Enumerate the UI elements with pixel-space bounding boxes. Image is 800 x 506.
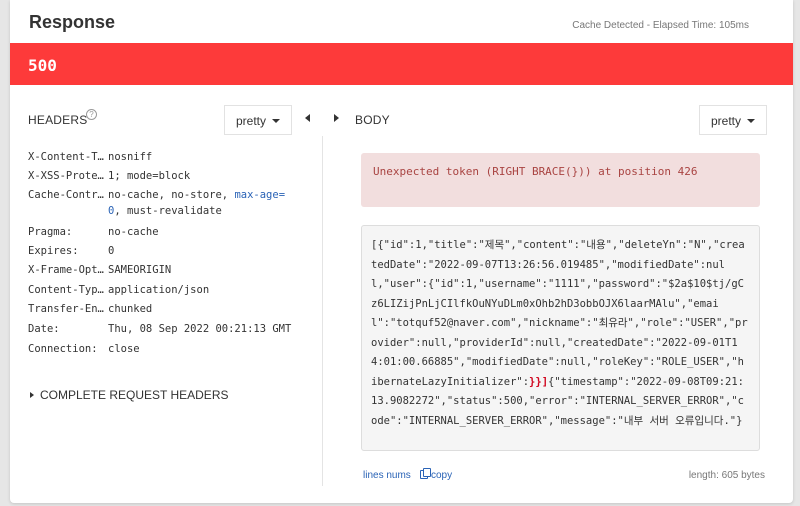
header-name: X-Frame-Opt… [28,264,104,276]
cache-info: Cache Detected - Elapsed Time: 105ms [572,20,749,31]
header-name: Content-Typ… [28,284,104,296]
header-value: 1; mode=block [108,170,191,182]
expand-right-icon[interactable] [334,114,339,122]
status-code: 500 [28,56,57,75]
body-label: BODY [355,113,390,127]
header-value: SAMEORIGIN [108,264,172,276]
header-name: Date: [28,323,60,335]
copy-label: copy [431,470,453,481]
header-name: X-Content-T… [28,151,104,163]
header-name: Connection: [28,343,98,355]
parse-error-alert: Unexpected token (RIGHT BRACE(})) at pos… [361,153,760,207]
header-value: chunked [108,303,153,315]
lines-nums-link[interactable]: lines nums [363,470,411,481]
header-name: Pragma: [28,226,73,238]
headers-label: HEADERS [28,113,88,127]
help-icon[interactable]: ? [86,109,97,120]
body-error-highlight: }}] [529,375,549,388]
complete-request-headers-label: COMPLETE REQUEST HEADERS [40,388,229,402]
copy-icon [420,468,431,479]
chevron-down-icon [272,119,281,123]
header-name: Expires: [28,245,79,257]
response-card: Response Cache Detected - Elapsed Time: … [10,0,793,503]
header-name: Cache-Contr… [28,189,104,201]
copy-link[interactable]: copy [420,468,453,481]
status-bar: 500 [10,43,793,85]
column-divider [322,136,323,486]
collapse-left-icon[interactable] [305,114,310,122]
header-value: application/json [108,284,210,296]
complete-request-headers-toggle[interactable]: COMPLETE REQUEST HEADERS [30,388,228,402]
headers-format-label: pretty [236,114,267,128]
caret-right-icon [30,392,34,398]
body-text: [{"id":1,"title":"제목","content":"내용","de… [371,239,748,388]
header-value: close [108,343,140,355]
body-format-label: pretty [711,114,742,128]
response-body[interactable]: [{"id":1,"title":"제목","content":"내용","de… [361,225,760,451]
header-value: no-cache, no-store, max-age= [108,189,285,201]
header-name: Transfer-En… [28,303,104,315]
headers-format-dropdown[interactable]: pretty [224,105,293,135]
page-title: Response [29,12,116,32]
length-info: length: 605 bytes [688,470,765,481]
header-value-text: no-cache, no-store, [108,189,235,201]
header-name: X-XSS-Prote… [28,170,104,182]
title-bar: Response Cache Detected - Elapsed Time: … [10,0,793,43]
header-value: no-cache [108,226,159,238]
header-value-continued: 0, must-revalidate [108,205,222,217]
chevron-down-icon [747,119,756,123]
body-format-dropdown[interactable]: pretty [699,105,768,135]
header-value: 0 [108,245,115,257]
header-value: Thu, 08 Sep 2022 00:21:13 GMT [108,323,292,335]
header-value-text: , must-revalidate [114,205,222,217]
header-value: nosniff [108,151,153,163]
header-value-keyword: max-age= [234,189,286,201]
